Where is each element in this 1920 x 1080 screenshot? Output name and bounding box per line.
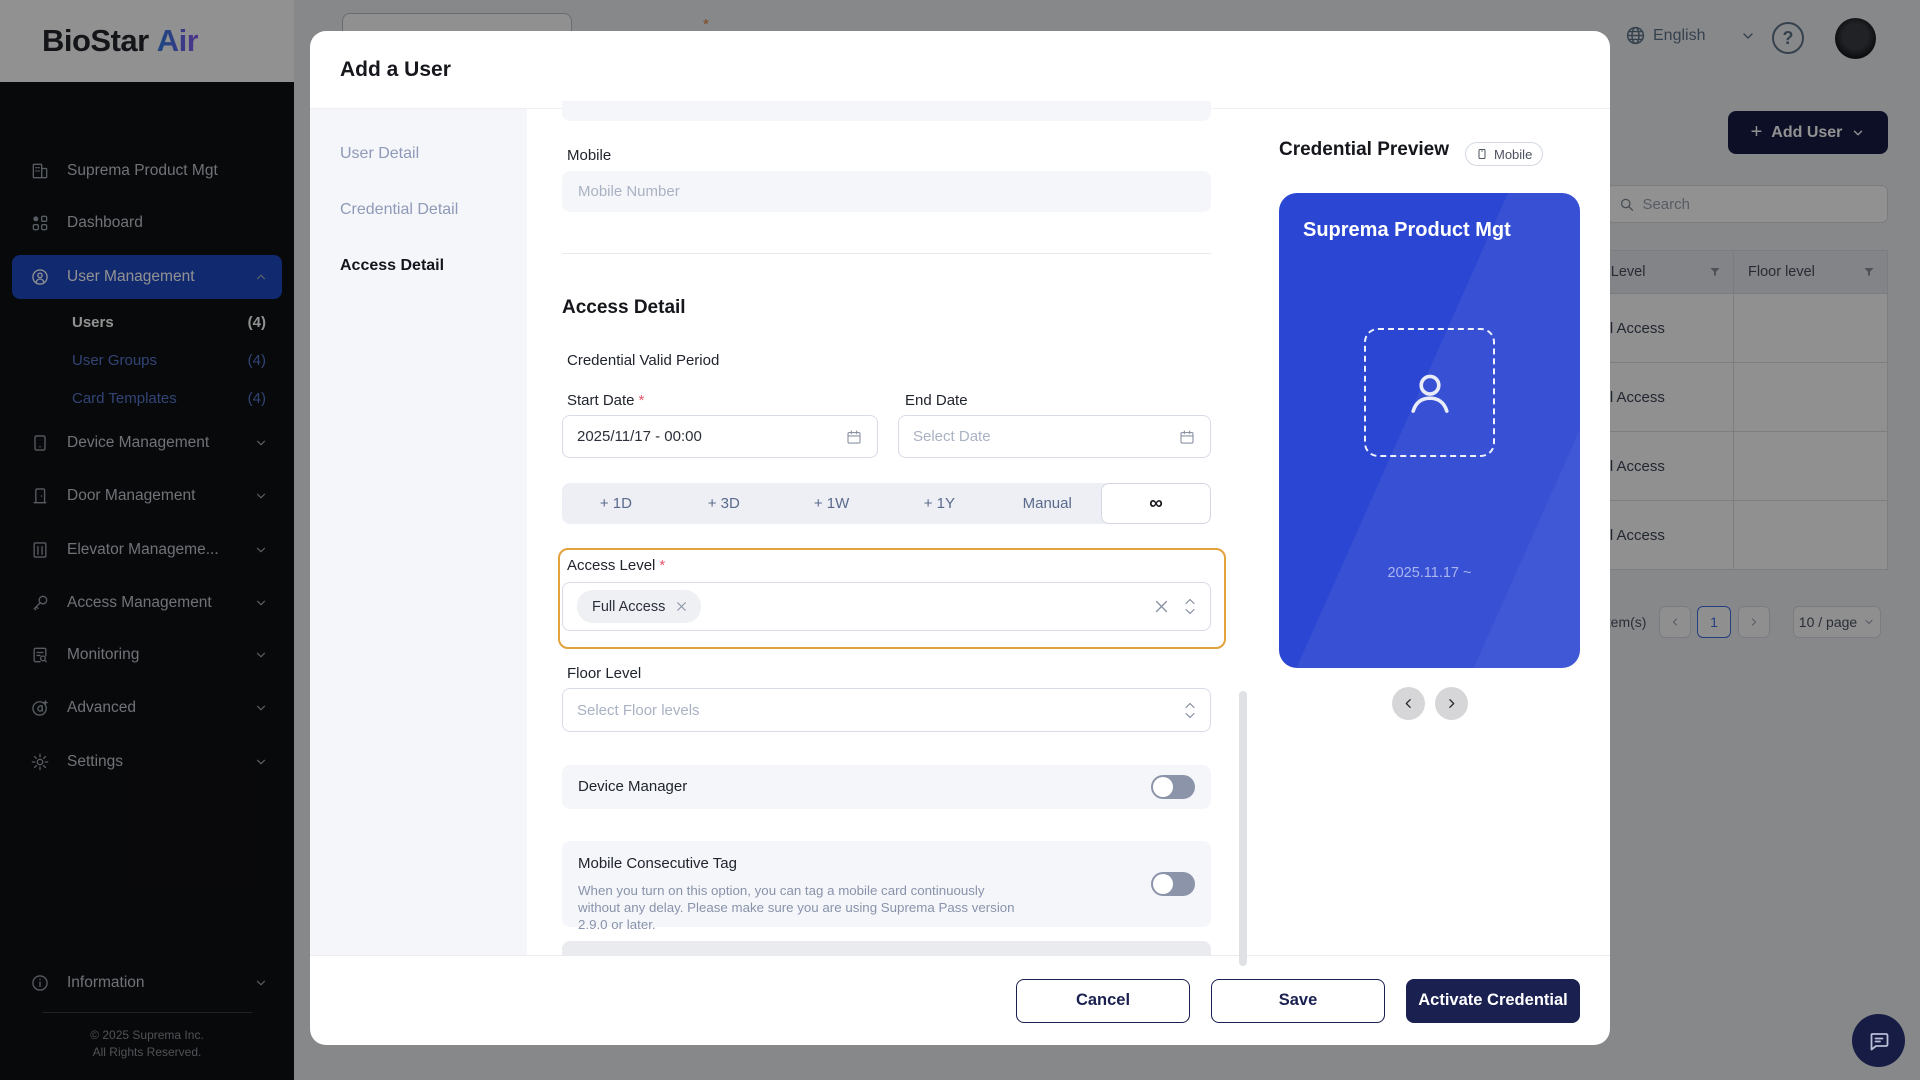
calendar-icon[interactable] <box>845 428 863 446</box>
end-date-label: End Date <box>905 392 968 409</box>
device-manager-row: Device Manager <box>562 765 1211 809</box>
mobile-consecutive-tag-label: Mobile Consecutive Tag <box>578 855 737 872</box>
duration-option-1d[interactable]: + 1D <box>562 483 670 524</box>
floor-level-input[interactable] <box>577 702 1170 719</box>
access-level-label: Access Level* <box>567 557 665 574</box>
toggle-knob <box>1153 874 1173 894</box>
access-detail-heading: Access Detail <box>562 297 686 319</box>
duration-option-infinite[interactable]: ∞ <box>1101 483 1211 524</box>
device-manager-toggle[interactable] <box>1151 775 1195 799</box>
modal-nav: User Detail Credential Detail Access Det… <box>310 109 527 955</box>
duration-option-1y[interactable]: + 1Y <box>885 483 993 524</box>
remove-tag-icon[interactable] <box>675 600 688 613</box>
chat-bubble-icon <box>1867 1029 1891 1053</box>
credential-card-title: Suprema Product Mgt <box>1303 219 1511 242</box>
tab-access-detail[interactable]: Access Detail <box>340 251 444 281</box>
credential-type-badge: Mobile <box>1465 142 1543 166</box>
tab-user-detail[interactable]: User Detail <box>340 139 419 169</box>
photo-placeholder[interactable] <box>1364 328 1495 457</box>
duration-option-1w[interactable]: + 1W <box>778 483 886 524</box>
credential-valid-from-date: 2025.11.17 ~ <box>1279 565 1580 581</box>
toggle-knob <box>1153 777 1173 797</box>
required-marker: * <box>659 557 665 574</box>
app-root: BioStar Air Suprema Product Mgt Dashboar… <box>0 0 1920 1080</box>
card-prev-button[interactable] <box>1392 687 1425 720</box>
mobile-consecutive-tag-description: When you turn on this option, you can ta… <box>578 882 1030 933</box>
credential-preview-title: Credential Preview <box>1279 139 1449 161</box>
chevron-left-icon <box>1402 697 1415 710</box>
credential-card: Suprema Product Mgt 2025.11.17 ~ <box>1279 193 1580 668</box>
mobile-consecutive-tag-toggle[interactable] <box>1151 872 1195 896</box>
modal-body: User Detail Credential Detail Access Det… <box>310 108 1610 955</box>
calendar-icon[interactable] <box>1178 428 1196 446</box>
select-arrows-icon[interactable] <box>1184 598 1196 615</box>
end-date-input[interactable] <box>913 428 1178 445</box>
clear-icon[interactable] <box>1153 598 1170 615</box>
tab-credential-detail[interactable]: Credential Detail <box>340 195 458 225</box>
duration-segment-control: + 1D + 3D + 1W + 1Y Manual ∞ <box>562 483 1211 524</box>
activate-credential-button[interactable]: Activate Credential <box>1406 979 1580 1023</box>
card-next-button[interactable] <box>1435 687 1468 720</box>
floor-level-field[interactable] <box>562 688 1211 732</box>
mobile-phone-icon <box>1476 147 1488 161</box>
modal-footer: Cancel Save Activate Credential <box>310 955 1610 1045</box>
credential-valid-period-label: Credential Valid Period <box>567 352 719 369</box>
form-scrollbar[interactable] <box>1239 691 1247 966</box>
duration-option-manual[interactable]: Manual <box>993 483 1101 524</box>
credential-preview-panel: Credential Preview Mobile Suprema Produc… <box>1255 109 1610 955</box>
chevron-right-icon <box>1445 697 1458 710</box>
select-arrows-icon[interactable] <box>1184 702 1196 719</box>
form-divider <box>562 253 1211 254</box>
person-icon <box>1399 362 1461 424</box>
scrolled-field-remnant <box>562 101 1211 121</box>
mobile-consecutive-tag-row: Mobile Consecutive Tag When you turn on … <box>562 841 1211 927</box>
access-level-field[interactable]: Full Access <box>562 582 1211 631</box>
add-user-modal: Add a User User Detail Credential Detail… <box>310 31 1610 1045</box>
mobile-label: Mobile <box>567 147 611 164</box>
device-manager-label: Device Manager <box>578 778 687 795</box>
mobile-input[interactable] <box>578 183 1195 200</box>
mobile-field[interactable] <box>562 171 1211 212</box>
end-date-field[interactable] <box>898 415 1211 458</box>
duration-option-3d[interactable]: + 3D <box>670 483 778 524</box>
save-button[interactable]: Save <box>1211 979 1385 1023</box>
start-date-field[interactable] <box>562 415 878 458</box>
access-level-tag-chip: Full Access <box>577 590 701 623</box>
modal-form: Mobile Access Detail Credential Valid Pe… <box>527 109 1255 955</box>
chat-button[interactable] <box>1852 1014 1905 1067</box>
start-date-label: Start Date* <box>567 392 644 409</box>
start-date-input[interactable] <box>577 428 845 445</box>
next-section-edge <box>562 941 1211 956</box>
floor-level-label: Floor Level <box>567 665 641 682</box>
required-marker: * <box>639 392 645 409</box>
modal-title: Add a User <box>310 31 1610 108</box>
cancel-button[interactable]: Cancel <box>1016 979 1190 1023</box>
